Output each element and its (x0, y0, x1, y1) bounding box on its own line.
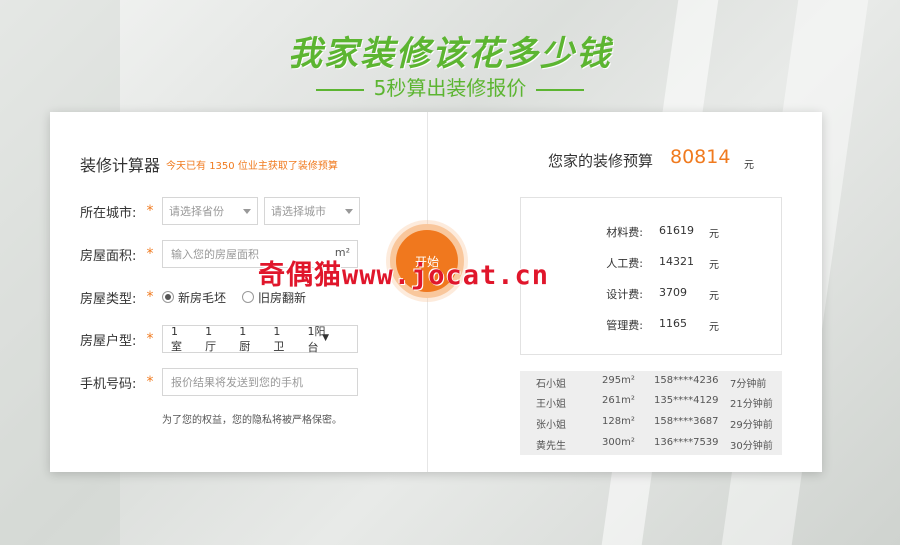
budget-unit: 元 (744, 160, 754, 171)
required-mark: * (146, 289, 154, 305)
breakdown-row: 材料费: 61619 元 (521, 221, 783, 241)
province-placeholder: 请选择省份 (169, 205, 224, 218)
breakdown-row: 设计费: 3709 元 (521, 283, 783, 303)
record-phone: 158****3687 (654, 416, 719, 427)
layout-kitchens: 1厨 (239, 324, 251, 353)
record-area: 295m² (602, 375, 635, 386)
layout-select[interactable]: 1室 1厅 1厨 1卫 1阳台 ▼ (162, 324, 358, 354)
hero-title: 我家装修该花多少钱 (288, 34, 612, 74)
breakdown-row: 人工费: 14321 元 (521, 252, 783, 272)
breakdown-value: 14321 (659, 255, 694, 268)
record-area: 300m² (602, 437, 635, 448)
subtitle-count: 1350 (209, 161, 235, 172)
list-item: 王小姐 261m² 135****4129 21分钟前 (520, 391, 782, 411)
subtitle-line-right (536, 88, 585, 91)
hero-subtitle: 5秒算出装修报价 (0, 72, 900, 101)
subtitle-prefix: 今天已有 (166, 161, 206, 172)
chevron-down-icon: ▼ (322, 333, 329, 343)
record-name: 石小姐 (536, 379, 566, 390)
record-phone: 136****7539 (654, 437, 719, 448)
list-item: 张小姐 128m² 158****3687 29分钟前 (520, 412, 782, 432)
site-watermark: 奇偶猫www.jocat.cn (258, 260, 550, 291)
layout-row: 房屋户型: * 1室 1厅 1厨 1卫 1阳台 ▼ (80, 324, 358, 354)
province-select[interactable]: 请选择省份 (162, 197, 258, 225)
record-name: 张小姐 (536, 420, 566, 431)
breakdown-unit: 元 (709, 260, 719, 271)
record-name: 王小姐 (536, 399, 566, 410)
subtitle-line-left (315, 88, 364, 91)
breakdown-label: 材料费: (606, 226, 643, 239)
list-item: 黄先生 300m² 136****7539 30分钟前 (520, 433, 782, 453)
city-placeholder: 请选择城市 (271, 205, 326, 218)
radio-unchecked-icon (242, 291, 255, 303)
required-mark: * (146, 246, 154, 262)
phone-input[interactable] (162, 368, 358, 396)
record-time: 21分钟前 (730, 399, 773, 410)
radio-label: 新房毛坯 (178, 290, 227, 305)
record-area: 128m² (602, 416, 635, 427)
privacy-note: 为了您的权益，您的隐私将被严格保密。 (162, 415, 342, 426)
chevron-down-icon (345, 209, 353, 214)
subtitle-suffix: 位业主获取了装修预算 (237, 161, 338, 172)
recent-records: 石小姐 295m² 158****4236 7分钟前 王小姐 261m² 135… (520, 371, 782, 455)
house-type-label: 房屋类型: (80, 291, 137, 307)
record-phone: 158****4236 (654, 375, 719, 386)
breakdown-label: 管理费: (606, 319, 643, 332)
layout-label: 房屋户型: (80, 333, 137, 349)
record-time: 7分钟前 (730, 379, 767, 390)
record-name: 黄先生 (536, 441, 566, 452)
area-label: 房屋面积: (80, 248, 137, 264)
required-mark: * (146, 203, 154, 219)
required-mark: * (146, 331, 154, 347)
budget-breakdown: 材料费: 61619 元 人工费: 14321 元 设计费: 3709 元 管理… (520, 197, 782, 355)
radio-checked-icon (162, 291, 174, 303)
calculator-card: 装修计算器 今天已有 1350 位业主获取了装修预算 所在城市: * 请选择省份… (50, 112, 822, 472)
list-item: 石小姐 295m² 158****4236 7分钟前 (520, 371, 782, 391)
breakdown-value: 61619 (659, 224, 694, 237)
breakdown-unit: 元 (709, 322, 719, 333)
breakdown-unit: 元 (709, 229, 719, 240)
breakdown-row: 管理费: 1165 元 (521, 314, 783, 334)
budget-title: 您家的装修预算 (548, 152, 654, 170)
breakdown-label: 人工费: (606, 257, 643, 270)
city-row: 所在城市: * 请选择省份 请选择城市 (80, 196, 360, 226)
record-time: 30分钟前 (730, 441, 773, 452)
record-area: 261m² (602, 395, 635, 406)
record-phone: 135****4129 (654, 395, 719, 406)
calculator-title: 装修计算器 (80, 156, 161, 175)
breakdown-unit: 元 (709, 291, 719, 302)
calculator-subtitle: 今天已有 1350 位业主获取了装修预算 (166, 157, 338, 172)
layout-halls: 1厅 (205, 324, 217, 353)
layout-rooms: 1室 (171, 324, 182, 353)
chevron-down-icon (243, 209, 251, 214)
city-label: 所在城市: (80, 205, 137, 221)
phone-label: 手机号码: (80, 376, 137, 392)
hero-subtitle-text: 5秒算出装修报价 (373, 76, 527, 100)
phone-row: 手机号码: * (80, 367, 358, 397)
breakdown-value: 3709 (659, 286, 687, 299)
layout-baths: 1卫 (273, 324, 285, 353)
budget-total: 80814 (670, 146, 731, 168)
breakdown-label: 设计费: (606, 288, 643, 301)
required-mark: * (146, 374, 154, 390)
radio-new-house[interactable]: 新房毛坯 (162, 289, 226, 306)
city-select[interactable]: 请选择城市 (264, 197, 360, 225)
record-time: 29分钟前 (730, 420, 773, 431)
breakdown-value: 1165 (659, 317, 687, 330)
